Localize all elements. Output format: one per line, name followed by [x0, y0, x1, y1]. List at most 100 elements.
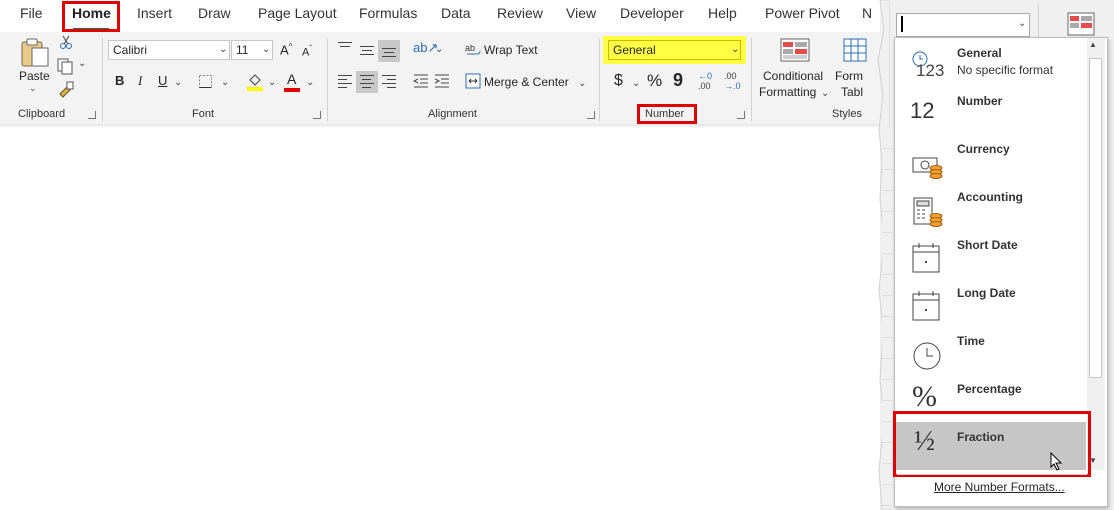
tab-formulas[interactable]: Formulas — [359, 5, 417, 21]
percentage-icon: % — [912, 380, 937, 413]
number-highlight-box — [637, 104, 697, 124]
separator — [897, 474, 1087, 475]
tab-power-pivot[interactable]: Power Pivot — [765, 5, 840, 21]
general-icon: 123 — [910, 50, 944, 84]
format-option-long-date[interactable]: Long Date — [896, 282, 1086, 330]
cut-icon[interactable] — [58, 34, 74, 50]
tab-review[interactable]: Review — [497, 5, 543, 21]
format-box-zoom[interactable] — [896, 13, 1030, 37]
middle-align-icon[interactable] — [360, 46, 374, 58]
merge-center-icon[interactable] — [465, 73, 481, 89]
format-option-general[interactable]: 123 General No specific format — [896, 42, 1086, 90]
font-color-chevron-icon[interactable]: ⌄ — [306, 77, 314, 88]
grow-font-icon[interactable]: A^ — [280, 42, 292, 57]
currency-icon — [912, 157, 943, 179]
format-option-currency[interactable]: Currency — [896, 138, 1086, 186]
font-name-value: Calibri — [113, 43, 148, 57]
currency-button[interactable]: $ — [614, 72, 623, 90]
separator — [599, 38, 600, 122]
currency-chevron-icon[interactable]: ⌄ — [632, 78, 640, 89]
align-right-icon[interactable] — [382, 75, 396, 91]
format-as-table-label-1[interactable]: Form — [835, 69, 863, 83]
bold-button[interactable]: B — [115, 73, 124, 88]
conditional-formatting-icon[interactable] — [780, 38, 810, 64]
tab-help[interactable]: Help — [708, 5, 737, 21]
conditional-formatting-label-1[interactable]: Conditional — [763, 69, 823, 83]
fill-color-icon[interactable] — [246, 72, 264, 92]
borders-chevron-icon[interactable]: ⌄ — [221, 77, 229, 88]
font-color-icon[interactable]: A — [284, 71, 302, 93]
conditional-formatting-chevron-icon[interactable]: ⌄ — [821, 88, 829, 99]
text-cursor — [901, 16, 903, 32]
clipboard-launcher-icon[interactable] — [88, 111, 96, 119]
conditional-formatting-zoom-icon[interactable] — [1067, 12, 1095, 36]
shrink-font-icon[interactable]: Aˇ — [302, 44, 312, 59]
alignment-launcher-icon[interactable] — [587, 111, 595, 119]
font-size-chevron-icon[interactable]: ⌄ — [262, 44, 270, 55]
paste-label[interactable]: Paste — [19, 69, 50, 83]
underline-button[interactable]: U — [158, 73, 167, 88]
format-option-number[interactable]: 12 Number — [896, 90, 1086, 138]
format-option-accounting[interactable]: Accounting — [896, 186, 1086, 234]
decrease-indent-icon[interactable] — [413, 73, 429, 89]
comma-button[interactable]: 9 — [673, 70, 683, 91]
font-size-value: 11 — [236, 43, 249, 57]
more-number-formats-link[interactable]: More Number Formats... — [934, 480, 1065, 494]
home-highlight-box — [62, 1, 120, 32]
accounting-icon — [913, 197, 943, 227]
merge-center-button[interactable]: Merge & Center — [484, 75, 569, 89]
clock-icon — [913, 342, 941, 370]
paste-icon[interactable] — [20, 36, 50, 68]
format-as-table-icon[interactable] — [843, 38, 869, 64]
tab-page-layout[interactable]: Page Layout — [258, 5, 337, 21]
increase-decimal-button[interactable]: ←0.00 — [698, 71, 712, 91]
copy-icon[interactable] — [56, 57, 74, 75]
separator — [751, 38, 752, 122]
wrap-text-button[interactable]: Wrap Text — [484, 43, 538, 57]
styles-group-label: Styles — [832, 108, 862, 120]
italic-button[interactable]: I — [138, 73, 142, 89]
tab-developer[interactable]: Developer — [620, 5, 684, 21]
number-launcher-icon[interactable] — [737, 111, 745, 119]
font-launcher-icon[interactable] — [313, 111, 321, 119]
decrease-decimal-button[interactable]: .00 →.0 — [724, 71, 741, 91]
number-format-value: General — [613, 43, 656, 57]
align-left-icon[interactable] — [338, 75, 352, 91]
number-format-chevron-icon[interactable]: ⌄ — [731, 44, 739, 55]
scrollbar-thumb[interactable] — [1089, 58, 1102, 378]
bottom-align-icon — [382, 48, 396, 60]
tab-file[interactable]: File — [20, 5, 43, 21]
orientation-chevron-icon[interactable]: ⌄ — [435, 44, 443, 55]
svg-text:ab: ab — [465, 43, 475, 53]
borders-icon[interactable] — [198, 74, 214, 90]
percent-button[interactable]: % — [647, 71, 662, 91]
center-icon — [360, 75, 374, 91]
wrap-text-icon[interactable]: ab — [465, 41, 481, 57]
tab-insert[interactable]: Insert — [137, 5, 172, 21]
fill-color-chevron-icon[interactable]: ⌄ — [268, 77, 276, 88]
conditional-formatting-label-2[interactable]: Formatting — [759, 85, 816, 99]
clipboard-group-label: Clipboard — [18, 108, 66, 120]
tab-view[interactable]: View — [566, 5, 596, 21]
paste-chevron-icon[interactable]: ⌄ — [29, 83, 37, 94]
grid-strip — [882, 128, 892, 508]
format-as-table-label-2[interactable]: Tabl — [841, 85, 863, 99]
copy-chevron-icon[interactable]: ⌄ — [78, 58, 86, 69]
tab-data[interactable]: Data — [441, 5, 471, 21]
font-name-chevron-icon[interactable]: ⌄ — [219, 44, 227, 55]
font-group-label: Font — [192, 108, 215, 120]
top-align-icon[interactable] — [338, 42, 352, 54]
number-icon: 12 — [910, 98, 935, 123]
tab-draw[interactable]: Draw — [198, 5, 231, 21]
increase-indent-icon[interactable] — [434, 73, 450, 89]
format-option-time[interactable]: Time — [896, 330, 1086, 378]
number-format-box[interactable]: General — [608, 40, 741, 60]
underline-chevron-icon[interactable]: ⌄ — [174, 77, 182, 88]
merge-chevron-icon[interactable]: ⌄ — [578, 78, 586, 89]
font-name-box[interactable]: Calibri — [108, 40, 230, 60]
scroll-up-icon[interactable]: ▲ — [1089, 40, 1097, 49]
format-painter-icon[interactable] — [57, 80, 75, 98]
format-option-short-date[interactable]: Short Date — [896, 234, 1086, 282]
format-box-zoom-chevron-icon[interactable]: ⌄ — [1018, 18, 1026, 29]
separator — [1038, 4, 1039, 38]
